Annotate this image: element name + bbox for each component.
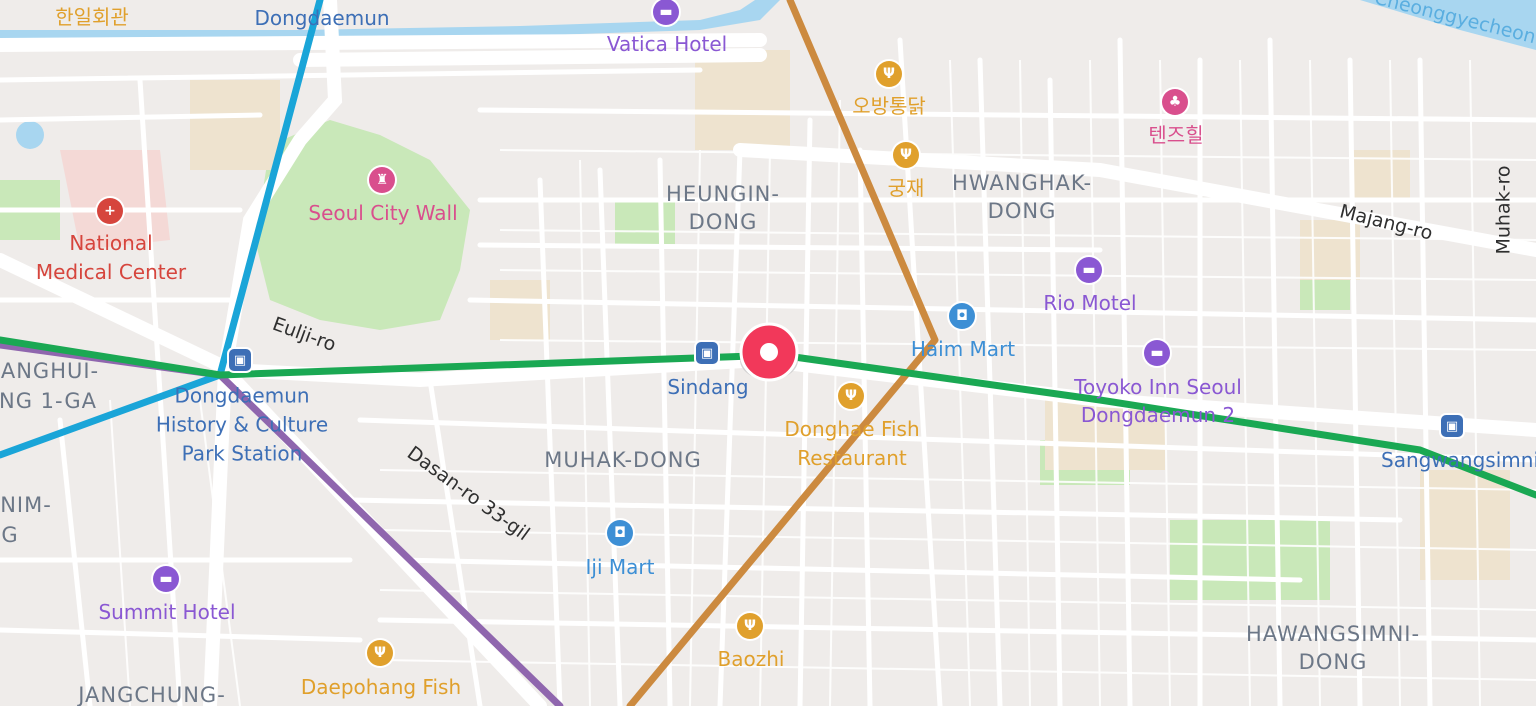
poi-line-3: Park Station (181, 441, 303, 466)
train-icon[interactable]: ▣ (1441, 415, 1463, 437)
district-label-hawangsimni: HAWANGSIMNI- DONG (1246, 620, 1420, 676)
poi-label-haim-mart[interactable]: Haim Mart (911, 339, 1015, 359)
poi-line-1: Donghae Fish (784, 417, 920, 441)
poi-label-ddp-station[interactable]: Dongdaemun History & Culture Park Statio… (156, 382, 328, 469)
cart-icon[interactable]: ◘ (607, 520, 633, 546)
district-label-sindang-partial: NIM- (0, 493, 52, 517)
poi-label-tenjuhill[interactable]: 텐즈힐 (1148, 125, 1203, 145)
map-canvas[interactable]: HEUNGIN- DONG HWANGHAK- DONG MUHAK-DONG … (0, 0, 1536, 706)
cart-icon[interactable]: ◘ (949, 303, 975, 329)
poi-label-vatica[interactable]: Vatica Hotel (607, 34, 727, 54)
district-label-hwanghak: HWANGHAK- DONG (952, 169, 1092, 225)
bed-icon[interactable]: ▬ (1144, 340, 1170, 366)
street-label-muhak-ro: Muhak-ro (1492, 165, 1515, 255)
district-line-2: DONG (1298, 650, 1368, 674)
district-line-1: HAWANGSIMNI- (1245, 622, 1421, 646)
fork-knife-icon[interactable]: Ψ (737, 613, 763, 639)
poi-line-1: Toyoko Inn Seoul (1074, 375, 1242, 399)
poi-label-donghae-fish[interactable]: Donghae Fish Restaurant (784, 415, 919, 473)
bed-icon[interactable]: ▬ (153, 566, 179, 592)
poi-label-baozhi[interactable]: Baozhi (718, 649, 785, 669)
cross-icon[interactable]: + (97, 198, 123, 224)
poi-label-summit-hotel[interactable]: Summit Hotel (98, 602, 235, 622)
fork-knife-icon[interactable]: Ψ (367, 640, 393, 666)
tree-icon[interactable]: ♜ (369, 167, 395, 193)
poi-label-daepohang[interactable]: Daepohang Fish (301, 677, 461, 697)
location-pin-icon[interactable] (737, 322, 801, 386)
district-line-2: DONG (688, 210, 758, 234)
train-icon[interactable]: ▣ (229, 349, 251, 371)
district-label-sindang-partial-2: G (1, 523, 19, 547)
fork-knife-icon[interactable]: Ψ (893, 142, 919, 168)
poi-label-gungjae[interactable]: 궁재 (888, 178, 925, 198)
district-line-1: HEUNGIN- (666, 182, 780, 206)
tree-icon[interactable]: ♣ (1162, 89, 1188, 115)
district-label-gwanghui-partial: ANGHUI- (0, 359, 100, 383)
poi-label-obang[interactable]: 오방통닭 (852, 96, 926, 116)
poi-line-2: Restaurant (797, 446, 907, 470)
poi-line-1: National (69, 231, 153, 255)
district-line-2: DONG (987, 199, 1057, 223)
train-icon[interactable]: ▣ (696, 342, 718, 364)
poi-label-hangil[interactable]: 한일회관 (55, 7, 129, 27)
poi-label-seoul-city-wall[interactable]: Seoul City Wall (308, 203, 457, 223)
fork-knife-icon[interactable]: Ψ (838, 383, 864, 409)
poi-label-sangwangsimni[interactable]: Sangwangsimni (1381, 450, 1536, 470)
poi-label-rio-motel[interactable]: Rio Motel (1043, 293, 1136, 313)
district-label-gwanghui-partial-2: NG 1-GA (0, 389, 98, 413)
district-label-muhak: MUHAK-DONG (544, 448, 702, 472)
poi-line-1: Dongdaemun (174, 383, 310, 408)
poi-line-2: History & Culture (155, 412, 329, 437)
poi-label-dongdaemun[interactable]: Dongdaemun (254, 8, 389, 28)
poi-label-toyoko-inn[interactable]: Toyoko Inn Seoul Dongdaemun 2 (1074, 373, 1242, 429)
district-label-heungin: HEUNGIN- DONG (666, 180, 780, 236)
district-label-jangchung: JANGCHUNG- (78, 683, 226, 706)
district-line-1: HWANGHAK- (951, 171, 1093, 195)
poi-line-2: Medical Center (35, 260, 187, 284)
bed-icon[interactable]: ▬ (653, 0, 679, 25)
fork-knife-icon[interactable]: Ψ (876, 61, 902, 87)
poi-label-national-medical-center[interactable]: National Medical Center (36, 229, 186, 287)
bed-icon[interactable]: ▬ (1076, 257, 1102, 283)
poi-line-2: Dongdaemun 2 (1080, 403, 1236, 427)
poi-label-iji-mart[interactable]: Iji Mart (586, 557, 655, 577)
